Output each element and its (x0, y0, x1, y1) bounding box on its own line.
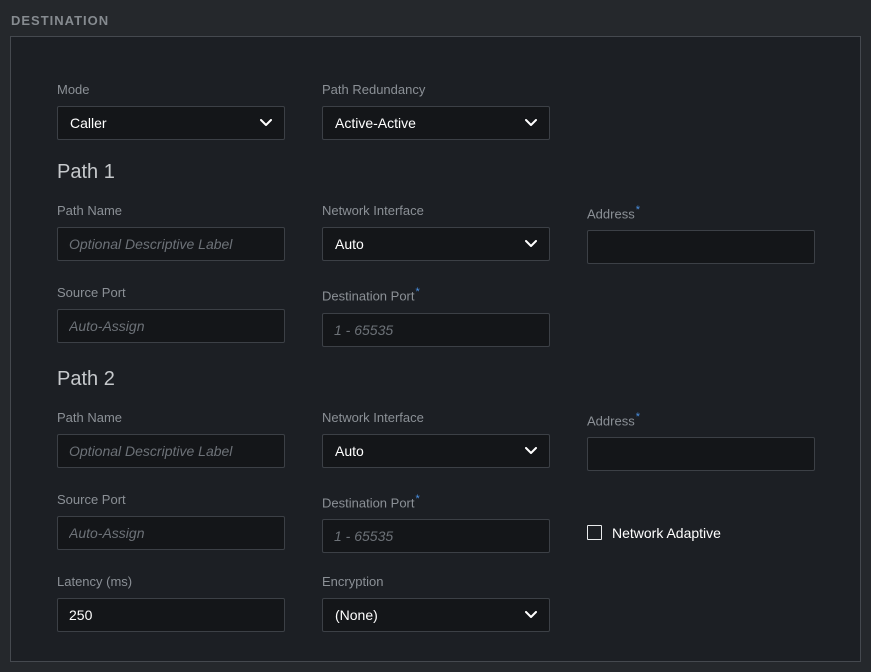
path2-destination-port-label-text: Destination Port (322, 495, 415, 510)
required-asterisk: * (416, 286, 420, 298)
path1-heading: Path 1 (57, 161, 814, 184)
path2-network-interface-field: Network Interface Auto (322, 410, 550, 471)
path2-path-name-field: Path Name (57, 410, 285, 471)
path1-network-interface-label: Network Interface (322, 203, 550, 218)
chevron-down-icon (260, 119, 272, 127)
path1-network-interface-field: Network Interface Auto (322, 203, 550, 264)
path1-network-interface-select[interactable]: Auto (322, 227, 550, 261)
destination-panel: Mode Caller Path Redundancy Active-Activ… (10, 36, 861, 662)
path2-address-input[interactable] (587, 437, 815, 471)
path1-destination-port-label: Destination Port* (322, 285, 550, 303)
path1-source-port-input[interactable] (57, 309, 285, 343)
network-adaptive-row: Network Adaptive (587, 516, 815, 550)
path2-network-interface-select-value: Auto (335, 443, 364, 459)
path-redundancy-field: Path Redundancy Active-Active (322, 82, 550, 140)
encryption-field: Encryption (None) (322, 574, 550, 632)
network-adaptive-checkbox[interactable] (587, 525, 602, 540)
path-redundancy-select-value: Active-Active (335, 115, 416, 131)
latency-input[interactable] (57, 598, 285, 632)
path2-address-label: Address* (587, 410, 815, 428)
path2-destination-port-field: Destination Port* (322, 492, 550, 553)
path1-path-name-label: Path Name (57, 203, 285, 218)
path1-address-field: Address* (587, 203, 815, 264)
path1-network-interface-select-value: Auto (335, 236, 364, 252)
path2-address-field: Address* (587, 410, 815, 471)
row-mode: Mode Caller Path Redundancy Active-Activ… (57, 82, 814, 140)
network-adaptive-field: Network Adaptive (587, 492, 815, 553)
page: DESTINATION Mode Caller Path Redundancy … (0, 0, 871, 672)
required-asterisk: * (636, 411, 640, 423)
empty-cell (587, 574, 815, 632)
required-asterisk: * (416, 493, 420, 505)
row-path2-a: Path Name Network Interface Auto Address… (57, 410, 814, 471)
path1-source-port-label: Source Port (57, 285, 285, 300)
latency-label: Latency (ms) (57, 574, 285, 589)
chevron-down-icon (525, 611, 537, 619)
path1-path-name-input[interactable] (57, 227, 285, 261)
empty-cell (587, 82, 815, 140)
chevron-down-icon (525, 240, 537, 248)
chevron-down-icon (525, 119, 537, 127)
path1-path-name-field: Path Name (57, 203, 285, 264)
required-asterisk: * (636, 204, 640, 216)
empty-cell (587, 285, 815, 346)
path2-destination-port-label: Destination Port* (322, 492, 550, 510)
path-redundancy-select[interactable]: Active-Active (322, 106, 550, 140)
path1-address-label-text: Address (587, 206, 635, 221)
row-path2-b: Source Port Destination Port* Network Ad… (57, 492, 814, 553)
path2-destination-port-input[interactable] (322, 519, 550, 553)
latency-field: Latency (ms) (57, 574, 285, 632)
path1-address-label: Address* (587, 203, 815, 221)
row-latency-encryption: Latency (ms) Encryption (None) (57, 574, 814, 632)
encryption-label: Encryption (322, 574, 550, 589)
path2-network-interface-select[interactable]: Auto (322, 434, 550, 468)
path1-destination-port-input[interactable] (322, 313, 550, 347)
path2-network-interface-label: Network Interface (322, 410, 550, 425)
row-path1-b: Source Port Destination Port* (57, 285, 814, 346)
path2-source-port-field: Source Port (57, 492, 285, 553)
path2-address-label-text: Address (587, 413, 635, 428)
path2-source-port-input[interactable] (57, 516, 285, 550)
chevron-down-icon (525, 447, 537, 455)
encryption-select[interactable]: (None) (322, 598, 550, 632)
path2-heading: Path 2 (57, 368, 814, 391)
section-title: DESTINATION (11, 13, 861, 28)
row-path1-a: Path Name Network Interface Auto Address… (57, 203, 814, 264)
path2-source-port-label: Source Port (57, 492, 285, 507)
mode-select-value: Caller (70, 115, 107, 131)
network-adaptive-label: Network Adaptive (612, 525, 721, 541)
path2-path-name-label: Path Name (57, 410, 285, 425)
path1-destination-port-label-text: Destination Port (322, 289, 415, 304)
path-redundancy-label: Path Redundancy (322, 82, 550, 97)
path2-path-name-input[interactable] (57, 434, 285, 468)
mode-label: Mode (57, 82, 285, 97)
path1-address-input[interactable] (587, 230, 815, 264)
path1-source-port-field: Source Port (57, 285, 285, 346)
encryption-select-value: (None) (335, 607, 378, 623)
mode-select[interactable]: Caller (57, 106, 285, 140)
mode-field: Mode Caller (57, 82, 285, 140)
path1-destination-port-field: Destination Port* (322, 285, 550, 346)
